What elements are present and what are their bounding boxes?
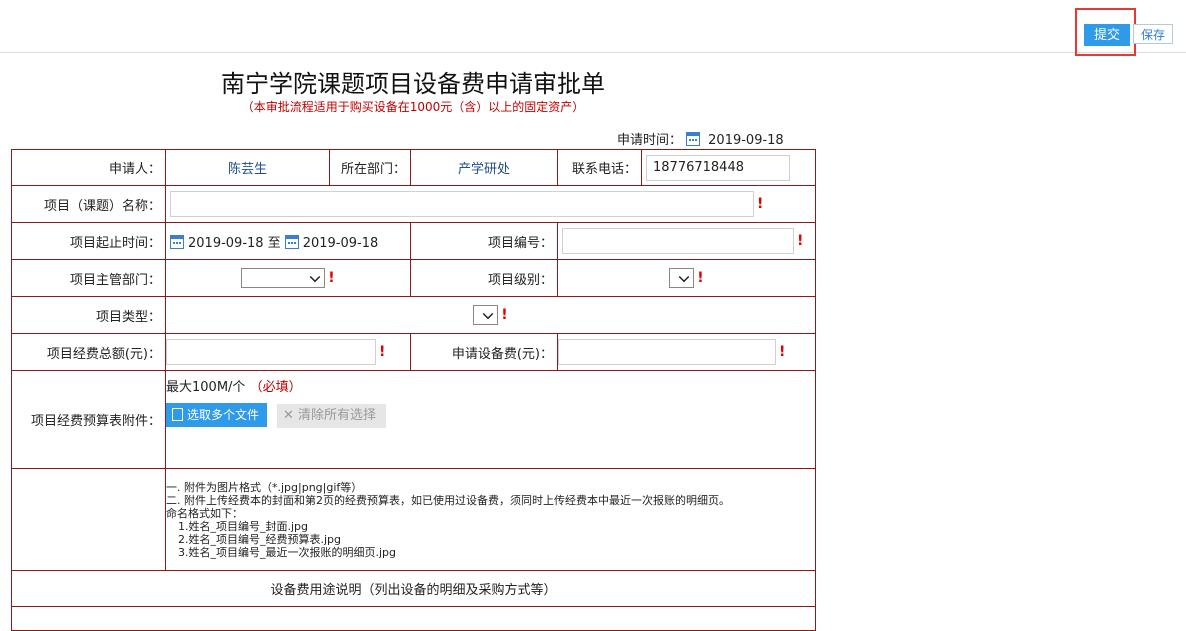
submit-button[interactable]: 提交 bbox=[1084, 24, 1130, 46]
page-subtitle: （本审批流程适用于购买设备在1000元（含）以上的固定资产） bbox=[241, 100, 585, 114]
phone-cell: 18776718448 bbox=[641, 149, 816, 186]
usage-label: 设备费用途说明（列出设备的明细及采购方式等） bbox=[11, 570, 816, 607]
usage-input-row bbox=[11, 606, 816, 631]
required-mark: ! bbox=[379, 344, 386, 360]
total-budget-label: 项目经费总额(元)： bbox=[11, 333, 166, 371]
project-period-row: 项目起止时间： 2019-09-18 至 2019-09-18 项目编号： ! bbox=[11, 222, 816, 260]
attachment-label: 项目经费预算表附件： bbox=[11, 370, 166, 469]
apply-time-label: 申请时间： bbox=[617, 133, 683, 148]
type-select[interactable] bbox=[473, 305, 499, 325]
note-line: 二. 附件上传经费本的封面和第2页的经费预算表，如已使用过设备费，须同时上传经费… bbox=[166, 493, 730, 507]
clear-selection-button[interactable]: ✕ 清除所有选择 bbox=[277, 404, 387, 428]
type-label: 项目类型： bbox=[11, 296, 166, 334]
usage-textarea[interactable] bbox=[11, 606, 816, 631]
project-name-cell: ! bbox=[165, 185, 816, 223]
equipment-fee-input[interactable] bbox=[558, 339, 776, 365]
notes-row: 一. 附件为图片格式（*.jpg|png|gif等） 二. 附件上传经费本的封面… bbox=[11, 468, 816, 571]
clear-selection-label: 清除所有选择 bbox=[298, 408, 377, 423]
required-mark: ! bbox=[501, 307, 508, 323]
project-name-label: 项目（课题）名称： bbox=[11, 185, 166, 223]
project-name-row: 项目（课题）名称： ! bbox=[11, 185, 816, 223]
calendar-icon[interactable] bbox=[686, 132, 701, 146]
level-select[interactable] bbox=[669, 268, 695, 288]
applicant-row: 申请人： 陈芸生 所在部门： 产学研处 联系电话： 18776718448 bbox=[11, 149, 816, 186]
supervisor-cell: ! bbox=[165, 259, 411, 297]
project-no-input[interactable] bbox=[562, 228, 794, 254]
type-row: 项目类型： ! bbox=[11, 296, 816, 334]
notes-empty-cell bbox=[11, 468, 166, 571]
start-date[interactable]: 2019-09-18 bbox=[188, 236, 264, 251]
project-name-input[interactable] bbox=[170, 191, 754, 217]
applicant-label: 申请人： bbox=[11, 149, 166, 186]
phone-input[interactable]: 18776718448 bbox=[646, 154, 790, 181]
project-no-cell: ! bbox=[557, 222, 816, 260]
close-icon: ✕ bbox=[283, 408, 299, 423]
note-line: 命名格式如下： bbox=[166, 506, 243, 520]
page-title: 南宁学院课题项目设备费申请审批单 bbox=[221, 70, 605, 98]
budget-row: 项目经费总额(元)： ! 申请设备费(元)： ! bbox=[11, 333, 816, 371]
max-size-text: 最大100M/个 bbox=[166, 380, 246, 395]
select-files-button[interactable]: 选取多个文件 bbox=[166, 403, 268, 427]
equipment-fee-label: 申请设备费(元)： bbox=[410, 333, 558, 371]
apply-time: 申请时间： 2019-09-18 bbox=[617, 129, 784, 148]
calendar-icon[interactable] bbox=[170, 234, 184, 249]
required-mark: ! bbox=[697, 270, 704, 286]
type-cell: ! bbox=[165, 296, 816, 334]
chevron-down-icon bbox=[678, 271, 690, 283]
usage-header-row: 设备费用途说明（列出设备的明细及采购方式等） bbox=[11, 570, 816, 607]
total-budget-input[interactable] bbox=[166, 339, 376, 365]
project-no-label: 项目编号： bbox=[410, 222, 558, 260]
required-mark: ! bbox=[797, 233, 804, 249]
attachment-notes: 一. 附件为图片格式（*.jpg|png|gif等） 二. 附件上传经费本的封面… bbox=[166, 473, 815, 567]
select-files-label: 选取多个文件 bbox=[187, 408, 260, 422]
dept-label: 所在部门： bbox=[329, 149, 411, 186]
file-icon bbox=[172, 408, 183, 421]
required-mark: ! bbox=[328, 270, 335, 286]
chevron-down-icon bbox=[309, 271, 321, 283]
supervisor-row: 项目主管部门： ! 项目级别： ! bbox=[11, 259, 816, 297]
applicant-value: 陈芸生 bbox=[165, 149, 330, 186]
note-line: 2.姓名_项目编号_经费预算表.jpg bbox=[178, 532, 342, 546]
required-text: （必填） bbox=[249, 380, 302, 395]
note-line: 1.姓名_项目编号_封面.jpg bbox=[178, 519, 309, 533]
note-line: 3.姓名_项目编号_最近一次报账的明细页.jpg bbox=[178, 545, 397, 559]
attachment-row: 项目经费预算表附件： 最大100M/个 （必填） 选取多个文件 ✕ 清除所有选择 bbox=[11, 370, 816, 469]
supervisor-label: 项目主管部门： bbox=[11, 259, 166, 297]
level-label: 项目级别： bbox=[410, 259, 558, 297]
to-text: 至 bbox=[267, 235, 281, 251]
phone-label: 联系电话： bbox=[557, 149, 642, 186]
application-form: 申请人： 陈芸生 所在部门： 产学研处 联系电话： 18776718448 项目… bbox=[11, 149, 816, 631]
required-mark: ! bbox=[757, 196, 764, 212]
calendar-icon[interactable] bbox=[284, 234, 299, 249]
end-date[interactable]: 2019-09-18 bbox=[303, 236, 379, 251]
required-mark: ! bbox=[779, 344, 786, 360]
apply-time-value[interactable]: 2019-09-18 bbox=[708, 133, 784, 148]
save-button[interactable]: 保存 bbox=[1133, 24, 1173, 44]
project-period-label: 项目起止时间： bbox=[11, 222, 166, 260]
notes-cell: 一. 附件为图片格式（*.jpg|png|gif等） 二. 附件上传经费本的封面… bbox=[165, 468, 816, 571]
dept-value: 产学研处 bbox=[410, 149, 558, 186]
supervisor-select[interactable] bbox=[241, 268, 326, 288]
total-budget-cell: ! bbox=[165, 333, 411, 371]
project-period-cell: 2019-09-18 至 2019-09-18 bbox=[165, 222, 411, 260]
level-cell: ! bbox=[557, 259, 816, 297]
note-line: 一. 附件为图片格式（*.jpg|png|gif等） bbox=[166, 480, 363, 494]
chevron-down-icon bbox=[482, 308, 494, 320]
equipment-fee-cell: ! bbox=[557, 333, 816, 371]
attachment-cell: 最大100M/个 （必填） 选取多个文件 ✕ 清除所有选择 bbox=[165, 370, 816, 469]
top-toolbar bbox=[0, 0, 1186, 53]
